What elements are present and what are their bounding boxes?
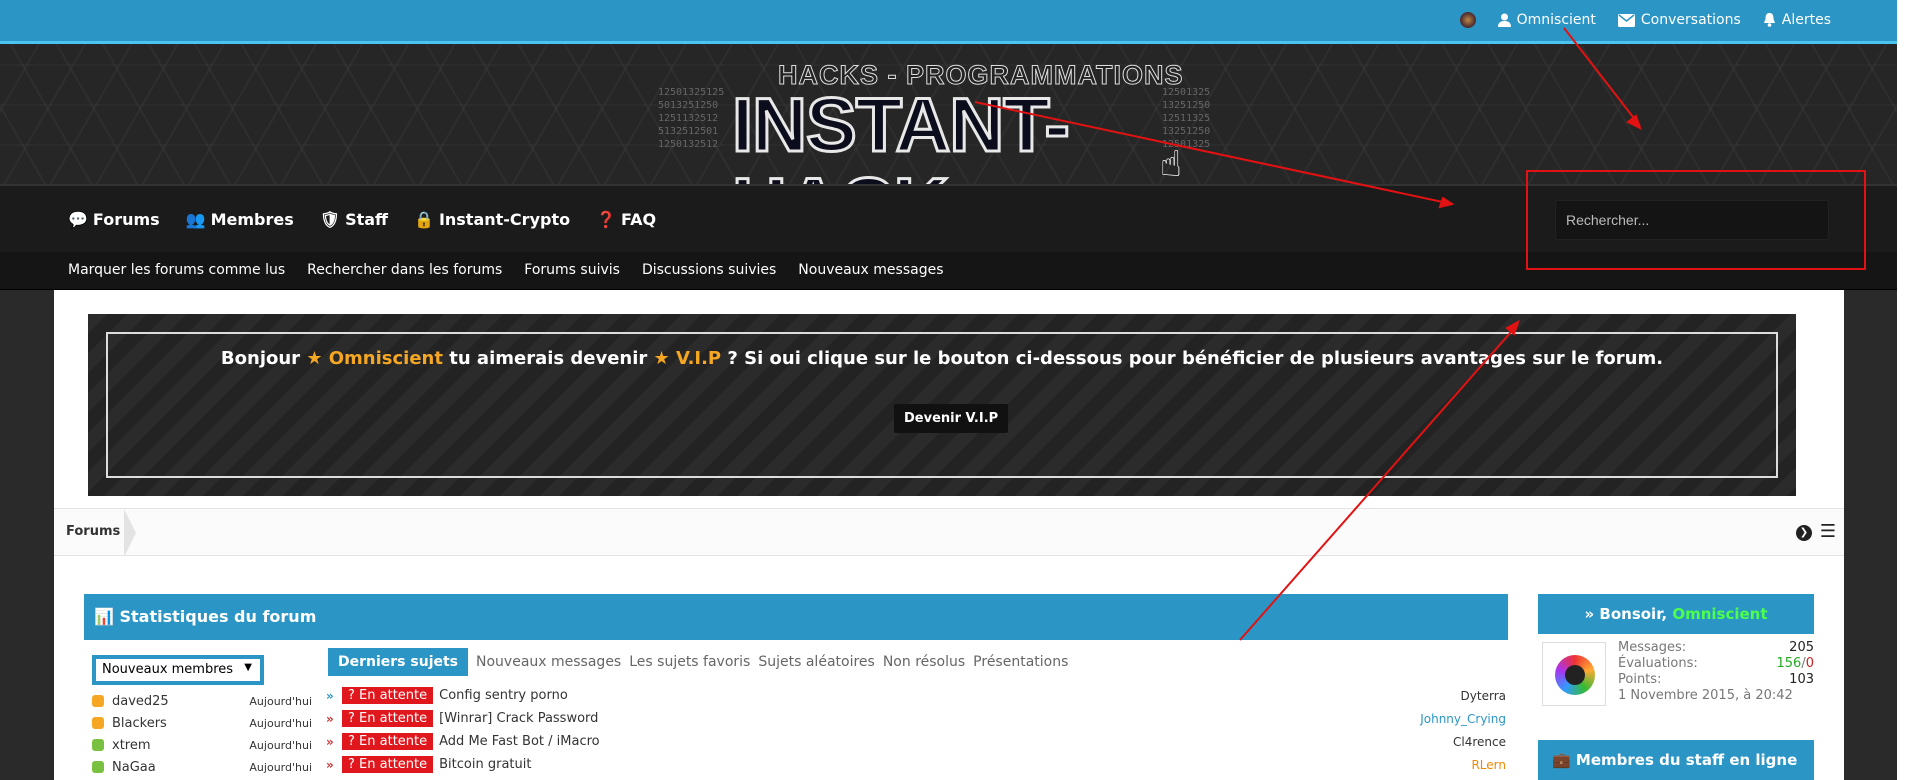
annotation-arrowhead xyxy=(1438,196,1455,209)
annotation-arrowhead xyxy=(1626,114,1642,130)
annotation-arrowhead xyxy=(1505,319,1520,336)
annotation-arrow xyxy=(1239,323,1519,641)
annotation-arrows xyxy=(974,27,1642,641)
annotation-arrow xyxy=(1563,27,1641,127)
annotation-arrow xyxy=(974,101,1453,205)
